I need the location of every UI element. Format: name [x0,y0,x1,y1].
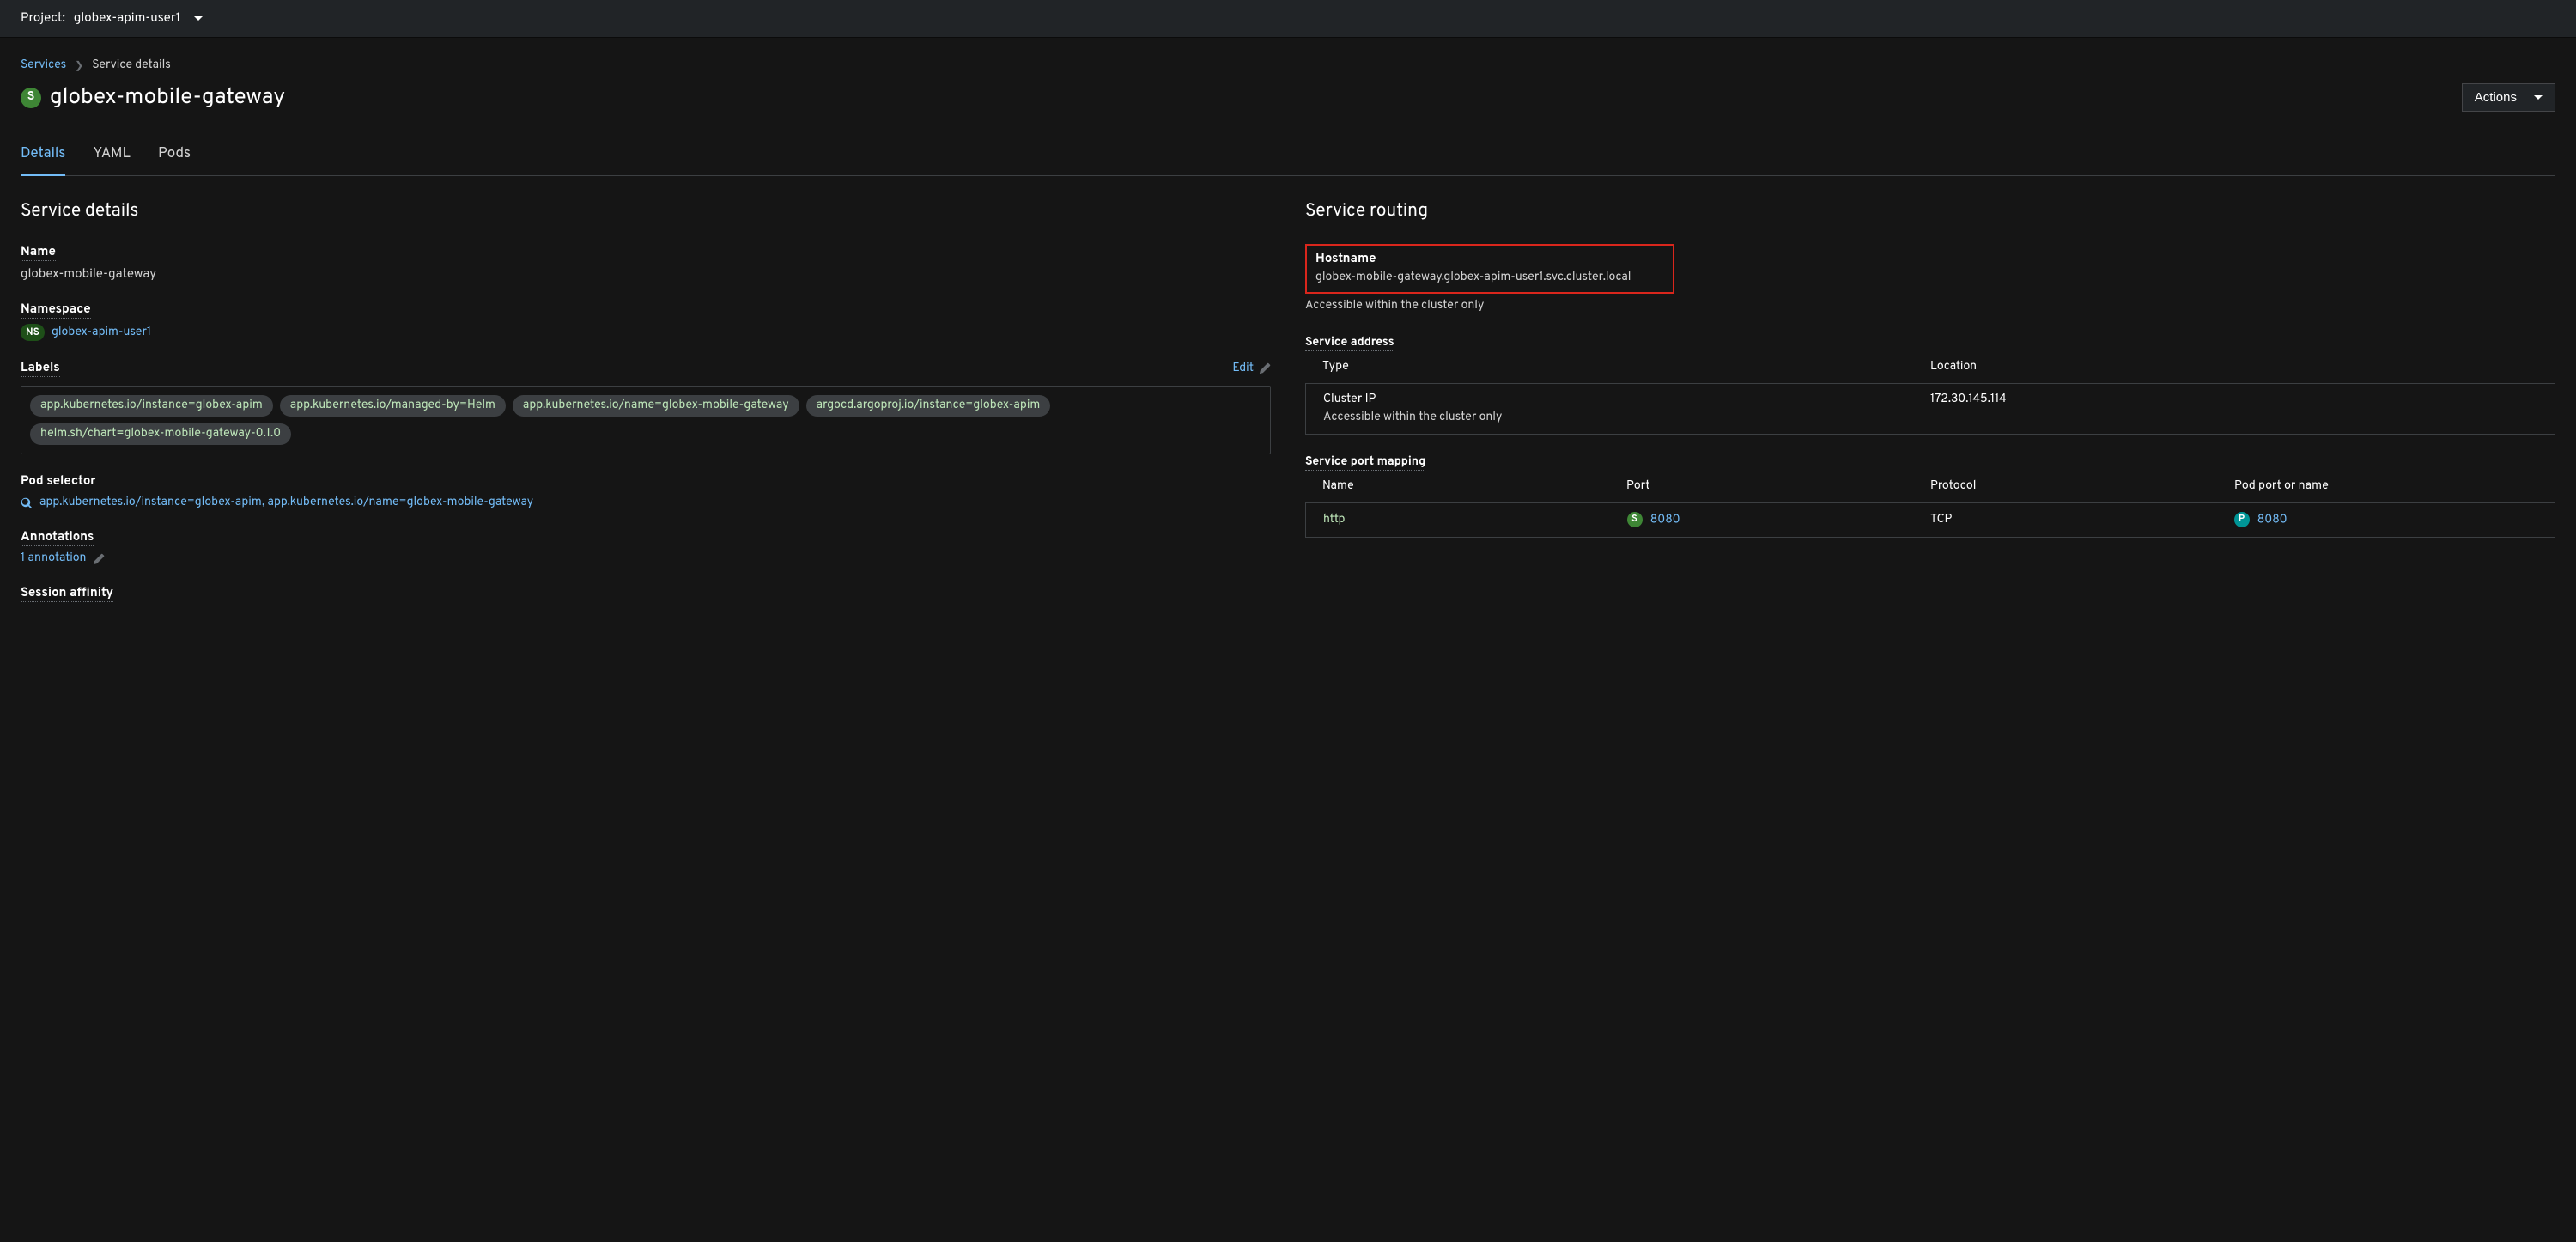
table-row: http S 8080 TCP P 8080 [1305,502,2555,538]
hostname-note: Accessible within the cluster only [1305,299,2555,314]
chevron-right-icon: ❯ [75,59,83,73]
tab-pods[interactable]: Pods [158,137,191,175]
service-routing-column: Service routing Hostname globex-mobile-g… [1305,200,2555,602]
pencil-icon[interactable] [93,553,105,565]
label-chip[interactable]: app.kubernetes.io/managed-by=Helm [280,395,506,417]
pod-selector-link[interactable]: app.kubernetes.io/instance=globex-apim, … [39,496,533,510]
breadcrumb-current: Service details [92,58,171,73]
chevron-down-icon [194,16,203,21]
labels-label: Labels [21,360,60,377]
port-link[interactable]: 8080 [1650,514,1680,528]
addr-type-header: Type [1322,360,1930,374]
pod-port-link[interactable]: 8080 [2257,514,2287,528]
chevron-down-icon [2534,95,2543,100]
port-name-value: http [1323,513,1627,527]
actions-label: Actions [2475,90,2517,105]
hostname-highlight-box: Hostname globex-mobile-gateway.globex-ap… [1305,244,1674,294]
port-protocol-value: TCP [1930,513,2234,527]
label-chip[interactable]: argocd.argoproj.io/instance=globex-apim [806,395,1051,417]
service-routing-heading: Service routing [1305,200,2555,223]
service-badge-icon: S [21,88,41,108]
port-port-header: Port [1626,479,1930,494]
service-details-column: Service details Name globex-mobile-gatew… [21,200,1271,602]
addr-note: Accessible within the cluster only [1306,409,2555,434]
port-name-header: Name [1322,479,1626,494]
label-chip[interactable]: app.kubernetes.io/name=globex-mobile-gat… [513,395,799,417]
project-name: globex-apim-user1 [74,10,180,27]
project-selector[interactable]: Project: globex-apim-user1 [21,10,203,27]
tabs: Details YAML Pods [21,137,2555,176]
port-mapping-label: Service port mapping [1305,455,1425,471]
label-chip[interactable]: helm.sh/chart=globex-mobile-gateway-0.1.… [30,423,291,445]
breadcrumb-services-link[interactable]: Services [21,58,66,73]
service-badge-icon: S [1627,512,1643,527]
namespace-label: Namespace [21,301,91,319]
hostname-label: Hostname [1315,251,1664,267]
label-chip[interactable]: app.kubernetes.io/instance=globex-apim [30,395,273,417]
name-value: globex-mobile-gateway [21,266,1271,283]
port-protocol-header: Protocol [1930,479,2234,494]
addr-location-value: 172.30.145.114 [1930,393,2537,407]
edit-labels-button[interactable]: Edit [1232,362,1271,376]
tab-yaml[interactable]: YAML [93,137,131,175]
port-mapping-table: Name Port Protocol Pod port or name http… [1305,471,2555,538]
search-icon [21,497,33,509]
addr-location-header: Location [1930,360,2538,374]
hostname-value: globex-mobile-gateway.globex-apim-user1.… [1315,271,1664,285]
service-address-table: Type Location Cluster IP 172.30.145.114 … [1305,351,2555,435]
annotations-link[interactable]: 1 annotation [21,551,86,566]
actions-button[interactable]: Actions [2462,83,2555,112]
namespace-badge-icon: NS [21,324,45,341]
addr-type-value: Cluster IP [1323,393,1930,407]
page-title: globex-mobile-gateway [50,83,285,112]
pencil-icon [1259,362,1271,374]
tab-details[interactable]: Details [21,137,65,175]
annotations-label: Annotations [21,529,94,546]
edit-label-text: Edit [1232,362,1254,376]
name-label: Name [21,244,56,261]
breadcrumb: Services ❯ Service details [21,38,2555,73]
port-podport-header: Pod port or name [2234,479,2538,494]
session-affinity-label: Session affinity [21,585,113,602]
labels-box: app.kubernetes.io/instance=globex-apim a… [21,386,1271,454]
pod-badge-icon: P [2234,512,2250,527]
pod-selector-label: Pod selector [21,473,95,490]
service-details-heading: Service details [21,200,1271,223]
service-address-label: Service address [1305,336,1394,351]
namespace-link[interactable]: globex-apim-user1 [52,326,151,340]
project-prefix: Project: [21,10,65,27]
